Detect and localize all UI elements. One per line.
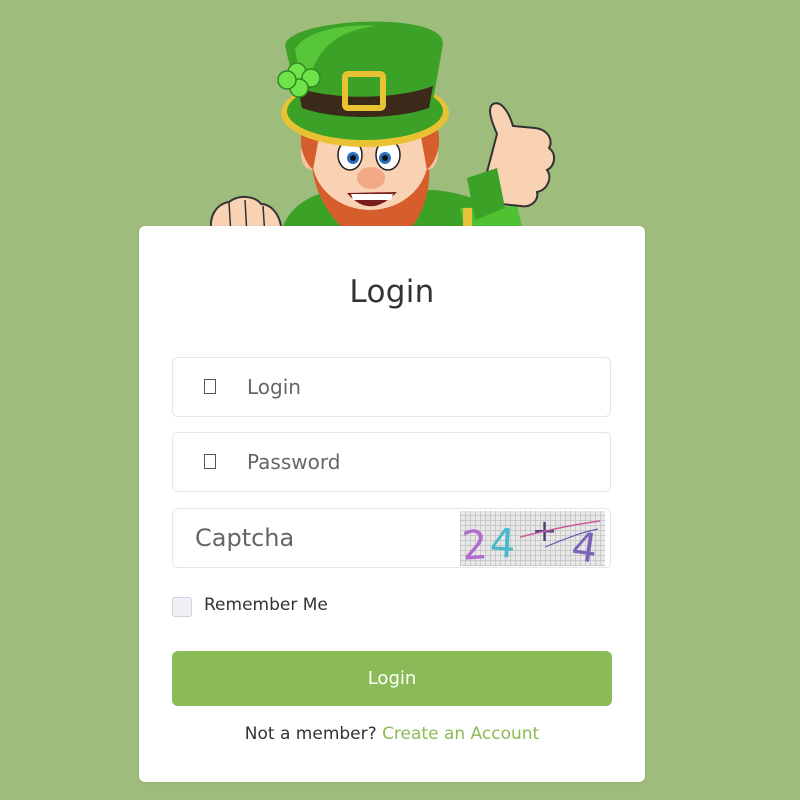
svg-text:4: 4 [489,520,517,566]
remember-checkbox[interactable] [172,597,192,617]
captcha-glyphs: 2 4 + 4 [460,514,600,573]
signup-line: Not a member? Create an Account [139,724,645,744]
remember-label: Remember Me [204,595,328,615]
password-input[interactable] [247,433,587,491]
lock-icon [204,454,216,469]
captcha-image: 2 4 + 4 [460,511,605,573]
page-title: Login [349,274,435,310]
signup-prompt: Not a member? [244,724,377,744]
captcha-input[interactable] [195,509,455,567]
login-field[interactable] [172,357,611,417]
password-field[interactable] [172,432,611,492]
captcha-field[interactable]: 2 4 + 4 [172,508,611,573]
create-account-link[interactable]: Create an Account [382,724,539,744]
login-input[interactable] [247,358,587,416]
login-button[interactable]: Login [172,651,612,706]
svg-text:2: 2 [460,522,489,566]
user-icon [204,379,216,394]
leprechaun-mascot-icon [210,21,555,238]
login-card: Login 2 4 + 4 Remember Me Login [139,226,645,782]
